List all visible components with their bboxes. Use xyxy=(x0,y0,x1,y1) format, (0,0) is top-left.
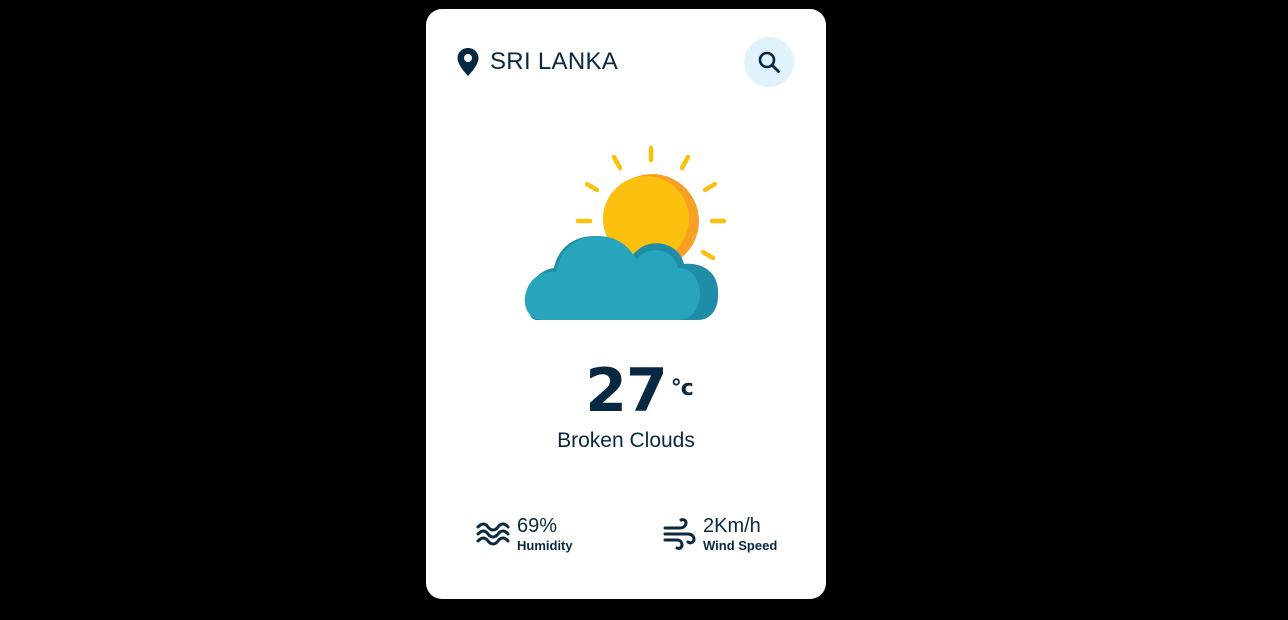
location-name: SRI LANKA xyxy=(490,48,619,75)
search-button[interactable] xyxy=(744,37,794,87)
temperature-unit: °c xyxy=(670,376,694,401)
map-pin-icon xyxy=(456,47,480,77)
search-icon xyxy=(758,51,780,73)
location: SRI LANKA xyxy=(456,45,618,79)
humidity-label: Humidity xyxy=(517,538,573,553)
humidity-stat: 69% Humidity xyxy=(476,514,573,554)
temperature-value: 27 xyxy=(585,356,667,426)
waves-icon xyxy=(476,517,510,551)
weather-card: SRI LANKA 27 °c Broken Clouds 69% Humidi… xyxy=(426,9,826,599)
sun-behind-cloud-icon xyxy=(524,144,728,322)
wind-icon xyxy=(662,517,696,551)
wind-speed-stat: 2Km/h Wind Speed xyxy=(662,514,777,554)
humidity-value: 69% xyxy=(517,515,558,537)
weather-description: Broken Clouds xyxy=(557,429,695,452)
temperature-display: 27 °c xyxy=(585,354,694,428)
wind-speed-label: Wind Speed xyxy=(703,538,778,553)
wind-speed-value: 2Km/h xyxy=(703,515,761,537)
temperature-block: 27 °c xyxy=(426,354,826,428)
